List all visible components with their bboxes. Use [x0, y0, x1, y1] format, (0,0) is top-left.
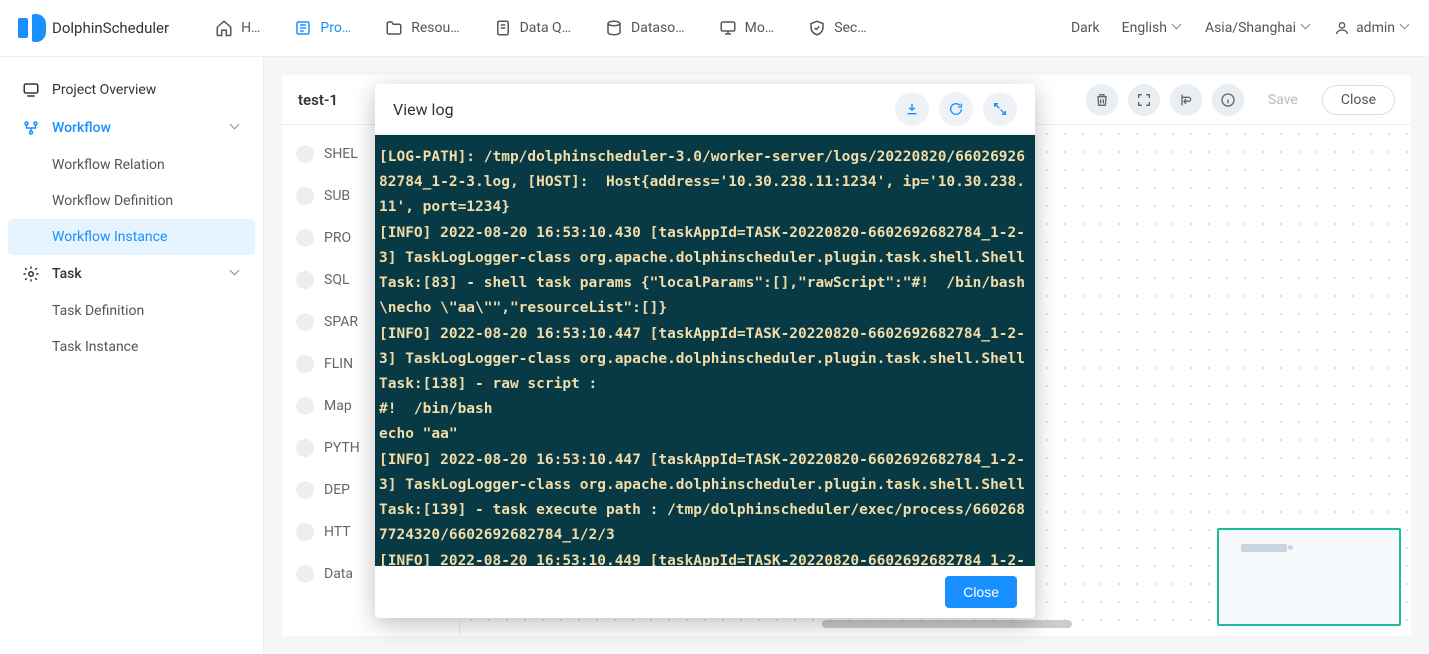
log-content[interactable]: [LOG-PATH]: /tmp/dolphinscheduler-3.0/wo… [375, 134, 1035, 566]
download-log-button[interactable] [895, 92, 929, 126]
fullscreen-log-button[interactable] [983, 92, 1017, 126]
modal-footer: Close [375, 566, 1035, 618]
modal-close-button[interactable]: Close [945, 576, 1017, 608]
modal-title: View log [393, 100, 454, 119]
refresh-log-button[interactable] [939, 92, 973, 126]
modal-header: View log [375, 84, 1035, 134]
view-log-modal: View log [LOG-PATH]: /tmp/dolphinschedul… [375, 84, 1035, 618]
